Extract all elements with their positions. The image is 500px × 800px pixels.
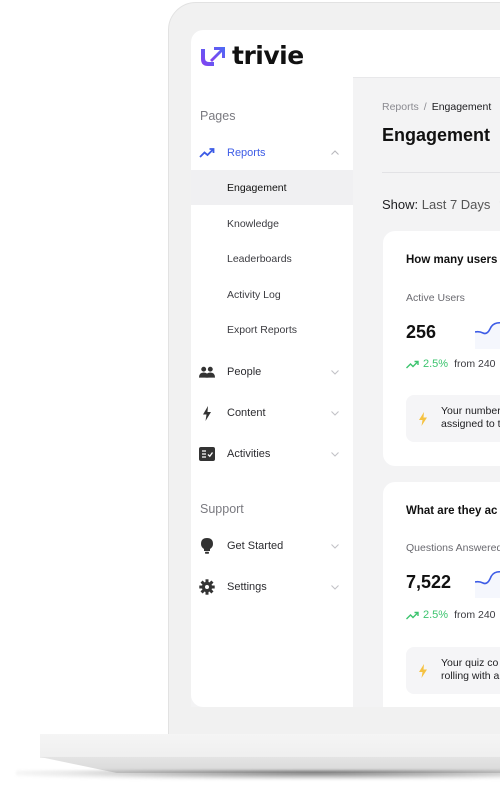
checklist-icon	[199, 446, 215, 462]
top-bar	[353, 30, 500, 78]
metric-value: 7,522	[406, 572, 452, 592]
sparkline-chart	[475, 321, 500, 349]
sidebar-item-label: Content	[227, 407, 266, 419]
trending-up-icon	[199, 145, 215, 161]
metric-label: Active Users	[406, 292, 465, 304]
logo[interactable]: trivie	[200, 43, 304, 68]
sidebar-item-reports[interactable]: Reports	[191, 136, 353, 170]
card-title: How many users	[406, 254, 498, 266]
sidebar-subitem-engagement[interactable]: Engagement	[191, 170, 353, 205]
chevron-up-icon[interactable]	[330, 148, 340, 158]
tip-line: assigned to t	[441, 417, 500, 430]
chevron-down-icon[interactable]	[330, 367, 340, 377]
trending-up-icon	[406, 360, 419, 368]
active-users-card: How many users Active Users 256 2.5% fro…	[383, 231, 500, 466]
people-icon	[199, 364, 215, 380]
app-window: trivie Pages Reports Engagement Knowledg…	[191, 30, 500, 707]
page-title: Engagement	[382, 125, 491, 145]
delta-percent: 2.5%	[423, 358, 449, 370]
tip-text: Your number assigned to t	[441, 405, 500, 430]
metric-delta: 2.5% from 240	[406, 609, 496, 621]
gear-icon	[199, 579, 215, 595]
chevron-down-icon[interactable]	[330, 582, 340, 592]
chevron-down-icon[interactable]	[330, 449, 340, 459]
delta-from: from 240	[454, 609, 496, 621]
logo-text: trivie	[232, 41, 304, 70]
breadcrumb-separator: /	[423, 101, 427, 113]
sidebar-subitem-label: Activity Log	[227, 288, 281, 301]
laptop-base	[40, 734, 500, 758]
sidebar-subitem-label: Leaderboards	[227, 252, 292, 265]
date-range-label: Show:	[382, 197, 419, 212]
tip-line: Your number	[441, 405, 500, 417]
date-range-value: Last 7 Days	[421, 197, 491, 212]
trending-up-icon	[406, 611, 419, 619]
sidebar-item-label: People	[227, 366, 262, 378]
bolt-icon	[419, 412, 427, 426]
date-range-select[interactable]: Show: Last 7 Days ▼	[382, 197, 500, 212]
sidebar-item-label: Activities	[227, 448, 271, 460]
divider	[382, 172, 500, 173]
delta-percent: 2.5%	[423, 609, 449, 621]
logo-mark-icon	[201, 46, 225, 66]
sidebar-subitem-leaderboards[interactable]: Leaderboards	[191, 241, 353, 276]
delta-from: from 240	[454, 358, 496, 370]
sidebar-subitem-label: Export Reports	[227, 323, 298, 336]
sidebar-item-label: Settings	[227, 581, 267, 593]
sidebar-item-settings[interactable]: Settings	[191, 570, 353, 604]
chevron-down-icon[interactable]	[330, 541, 340, 551]
lightbulb-icon	[199, 538, 215, 554]
chevron-down-icon[interactable]	[330, 408, 340, 418]
breadcrumb-current: Engagement	[431, 101, 492, 113]
sidebar-subitem-label: Engagement	[227, 181, 287, 194]
bolt-icon	[199, 405, 215, 421]
metric-delta: 2.5% from 240	[406, 358, 496, 370]
bolt-icon	[419, 664, 427, 678]
metric-label: Questions Answered	[406, 542, 500, 554]
laptop-mockup: trivie Pages Reports Engagement Knowledg…	[0, 0, 500, 800]
sidebar-subitem-knowledge[interactable]: Knowledge	[191, 206, 353, 241]
laptop-shadow	[16, 770, 500, 780]
breadcrumb: Reports / Engagement	[382, 101, 491, 113]
breadcrumb-parent-link[interactable]: Reports	[382, 101, 419, 113]
sidebar-item-people[interactable]: People	[191, 355, 353, 389]
sidebar-subitem-label: Knowledge	[227, 217, 279, 230]
sparkline-chart	[475, 570, 500, 598]
metric-value: 256	[406, 322, 437, 342]
questions-answered-card: What are they ac Questions Answered 7,52…	[383, 482, 500, 707]
insight-tip: Your quiz co rolling with a	[406, 647, 500, 694]
main-content: Reports / Engagement Engagement Show: Last…	[353, 78, 500, 707]
sidebar-subitem-activity-log[interactable]: Activity Log	[191, 277, 353, 312]
tip-line: rolling with a	[441, 669, 500, 682]
tip-text: Your quiz co rolling with a	[441, 657, 499, 682]
sidebar: trivie Pages Reports Engagement Knowledg…	[191, 30, 353, 707]
insight-tip: Your number assigned to t	[406, 395, 500, 442]
sidebar-item-get-started[interactable]: Get Started	[191, 529, 353, 563]
tip-line: Your quiz co	[441, 657, 499, 669]
section-label-pages: Pages	[200, 109, 236, 123]
section-label-support: Support	[200, 502, 244, 516]
sidebar-item-label: Reports	[227, 147, 266, 159]
sidebar-item-content[interactable]: Content	[191, 396, 353, 430]
card-title: What are they ac	[406, 505, 498, 517]
sidebar-subitem-export-reports[interactable]: Export Reports	[191, 312, 353, 347]
sidebar-item-activities[interactable]: Activities	[191, 437, 353, 471]
sidebar-item-label: Get Started	[227, 540, 284, 552]
